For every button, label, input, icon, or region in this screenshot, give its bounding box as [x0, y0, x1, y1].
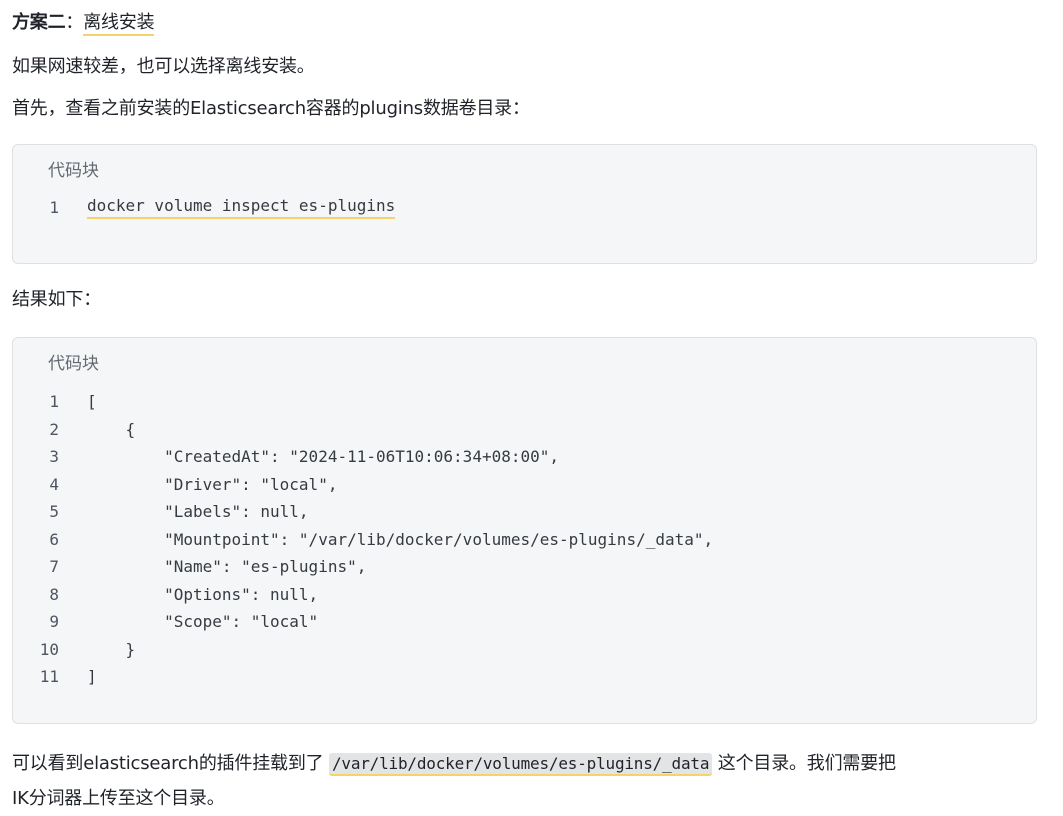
line-number: 5 — [49, 502, 59, 522]
line-number: 3 — [49, 447, 59, 467]
code-line: 7 "Name": "es-plugins", — [13, 553, 1036, 581]
paragraph-result: 结果如下： — [12, 289, 101, 310]
section-title-bold: 方案二 — [12, 12, 66, 33]
code-line: 5 "Labels": null, — [13, 498, 1036, 526]
code-line: 2 { — [13, 416, 1036, 444]
paragraph-text-before: 可以看到elasticsearch的插件挂载到了 — [12, 753, 329, 774]
paragraph-check-volume: 首先，查看之前安装的Elasticsearch容器的plugins数据卷目录： — [12, 98, 530, 119]
paragraph-text-line2: IK分词器上传至这个目录。 — [12, 788, 225, 809]
code-line: 1 docker volume inspect es-plugins — [13, 194, 1036, 222]
paragraph-offline-intro: 如果网速较差，也可以选择离线安装。 — [12, 56, 315, 77]
code-line: 10 } — [13, 636, 1036, 664]
paragraph-mount-explanation: 可以看到elasticsearch的插件挂载到了 /var/lib/docker… — [12, 746, 1037, 816]
line-number: 7 — [49, 557, 59, 577]
code-line: 4 "Driver": "local", — [13, 471, 1036, 499]
paragraph-text-after: 这个目录。我们需要把 — [712, 753, 896, 774]
code-block-inspect[interactable]: 代码块 1 docker volume inspect es-plugins — [12, 144, 1037, 264]
line-number: 1 — [49, 392, 59, 412]
line-number: 1 — [49, 198, 59, 218]
code-lines: 1 docker volume inspect es-plugins — [13, 194, 1036, 222]
line-number: 10 — [39, 639, 59, 659]
code-text: "CreatedAt": "2024-11-06T10:06:34+08:00"… — [87, 447, 560, 467]
line-number: 6 — [49, 529, 59, 549]
code-text: "Name": "es-plugins", — [87, 557, 367, 577]
code-text: "Driver": "local", — [87, 474, 338, 494]
line-number: 11 — [39, 667, 59, 687]
code-text: "Mountpoint": "/var/lib/docker/volumes/e… — [87, 529, 714, 549]
code-text: } — [87, 639, 136, 659]
code-text: ] — [87, 667, 97, 687]
section-title-text[interactable]: 离线安装 — [83, 12, 155, 36]
code-block-header: 代码块 — [48, 161, 99, 181]
code-block-header: 代码块 — [48, 354, 99, 374]
code-block-result[interactable]: 代码块 1[2 {3 "CreatedAt": "2024-11-06T10:0… — [12, 337, 1037, 724]
code-text: "Options": null, — [87, 584, 319, 604]
code-text: docker volume inspect es-plugins — [87, 196, 396, 220]
line-number: 9 — [49, 612, 59, 632]
line-number: 2 — [49, 419, 59, 439]
code-text: "Scope": "local" — [87, 612, 319, 632]
code-text: [ — [87, 392, 97, 412]
code-text: "Labels": null, — [87, 502, 309, 522]
code-line: 1[ — [13, 388, 1036, 416]
code-text: { — [87, 419, 136, 439]
code-line: 9 "Scope": "local" — [13, 608, 1036, 636]
line-number: 4 — [49, 474, 59, 494]
section-heading: 方案二：离线安装 — [12, 9, 155, 37]
section-title-colon: ： — [65, 12, 84, 33]
line-number: 8 — [49, 584, 59, 604]
code-line: 11] — [13, 663, 1036, 691]
inline-code-path[interactable]: /var/lib/docker/volumes/es-plugins/_data — [328, 753, 713, 776]
code-lines: 1[2 {3 "CreatedAt": "2024-11-06T10:06:34… — [13, 388, 1036, 691]
code-line: 6 "Mountpoint": "/var/lib/docker/volumes… — [13, 526, 1036, 554]
code-line: 3 "CreatedAt": "2024-11-06T10:06:34+08:0… — [13, 443, 1036, 471]
code-line: 8 "Options": null, — [13, 581, 1036, 609]
